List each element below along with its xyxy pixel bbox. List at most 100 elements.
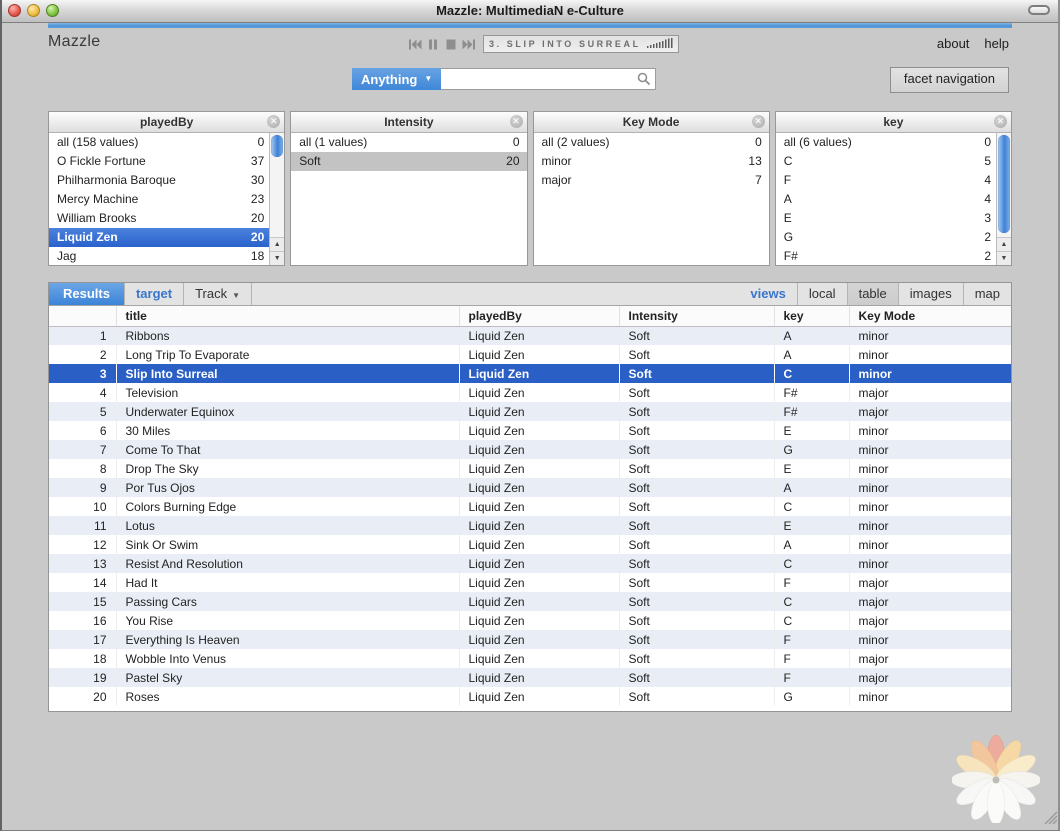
tab-track-dropdown[interactable]: Track▼ [184, 283, 252, 305]
app-window: Mazzle: MultimediaN e-Culture Mazzle 3. … [0, 0, 1060, 831]
column-header-keymode[interactable]: Key Mode [849, 306, 1011, 326]
search-icon [637, 72, 651, 91]
toolbar-toggle-button[interactable] [1028, 5, 1050, 15]
cell-played: Liquid Zen [459, 535, 619, 554]
facet-item[interactable]: major7 [534, 171, 769, 190]
search-input[interactable] [441, 68, 656, 90]
table-row[interactable]: 16You RiseLiquid ZenSoftCmajor [49, 611, 1011, 630]
facet-item[interactable]: C5 [776, 152, 1011, 171]
facet-item[interactable]: minor13 [534, 152, 769, 171]
facet-item[interactable]: William Brooks20 [49, 209, 284, 228]
about-link[interactable]: about [937, 36, 970, 51]
facet-scrollbar[interactable]: ▲ ▼ [996, 133, 1011, 265]
cell-num: 6 [49, 421, 116, 440]
table-row[interactable]: 13Resist And ResolutionLiquid ZenSoftCmi… [49, 554, 1011, 573]
table-row[interactable]: 18Wobble Into VenusLiquid ZenSoftFmajor [49, 649, 1011, 668]
tab-map[interactable]: map [964, 283, 1011, 305]
resize-grip[interactable] [1042, 809, 1057, 829]
facet-item-label: Liquid Zen [57, 228, 251, 247]
cell-mode: minor [849, 630, 1011, 649]
facet-item-count: 4 [984, 190, 991, 209]
column-header-playedby[interactable]: playedBy [459, 306, 619, 326]
facet-item[interactable]: all (2 values)0 [534, 133, 769, 152]
tab-images[interactable]: images [899, 283, 964, 305]
close-icon[interactable]: ✕ [267, 115, 280, 128]
cell-num: 14 [49, 573, 116, 592]
close-icon[interactable]: ✕ [994, 115, 1007, 128]
table-row[interactable]: 630 MilesLiquid ZenSoftEminor [49, 421, 1011, 440]
cell-mode: minor [849, 440, 1011, 459]
previous-track-button[interactable] [407, 38, 422, 51]
column-header-key[interactable]: key [774, 306, 849, 326]
facet-item[interactable]: Soft20 [291, 152, 526, 171]
facet-navigation-button[interactable]: facet navigation [890, 67, 1009, 93]
table-row[interactable]: 5Underwater EquinoxLiquid ZenSoftF#major [49, 402, 1011, 421]
help-link[interactable]: help [984, 36, 1009, 51]
scroll-down-button[interactable]: ▼ [270, 251, 284, 265]
facet-item[interactable]: E3 [776, 209, 1011, 228]
facet-item[interactable]: Philharmonia Baroque30 [49, 171, 284, 190]
cell-mode: minor [849, 535, 1011, 554]
facet-scrollbar[interactable]: ▲ ▼ [269, 133, 284, 265]
scroll-down-button[interactable]: ▼ [997, 251, 1011, 265]
table-row[interactable]: 9Por Tus OjosLiquid ZenSoftAminor [49, 478, 1011, 497]
table-row[interactable]: 17Everything Is HeavenLiquid ZenSoftFmin… [49, 630, 1011, 649]
tab-results[interactable]: Results [49, 283, 125, 305]
stop-button[interactable] [443, 38, 458, 51]
facet-item[interactable]: Mercy Machine23 [49, 190, 284, 209]
scrollbar-thumb[interactable] [271, 135, 283, 157]
facet-item-count: 13 [748, 152, 761, 171]
facet-item-label: minor [542, 152, 749, 171]
scroll-up-button[interactable]: ▲ [997, 237, 1011, 251]
cell-key: E [774, 459, 849, 478]
table-row[interactable]: 2Long Trip To EvaporateLiquid ZenSoftAmi… [49, 345, 1011, 364]
zoom-window-button[interactable] [46, 4, 59, 17]
scroll-up-button[interactable]: ▲ [270, 237, 284, 251]
tab-target[interactable]: target [125, 283, 184, 305]
progress-rule [48, 23, 1012, 28]
cell-key: A [774, 535, 849, 554]
table-row[interactable]: 20RosesLiquid ZenSoftGminor [49, 687, 1011, 706]
tab-table[interactable]: table [848, 283, 899, 305]
facet-item[interactable]: G2 [776, 228, 1011, 247]
cell-num: 15 [49, 592, 116, 611]
table-row[interactable]: 11LotusLiquid ZenSoftEminor [49, 516, 1011, 535]
table-row[interactable]: 3Slip Into SurrealLiquid ZenSoftCminor [49, 364, 1011, 383]
column-header-title[interactable]: title [116, 306, 459, 326]
scrollbar-thumb[interactable] [998, 135, 1010, 233]
column-header-intensity[interactable]: Intensity [619, 306, 774, 326]
table-row[interactable]: 12Sink Or SwimLiquid ZenSoftAminor [49, 535, 1011, 554]
facet-item[interactable]: Jag18 [49, 247, 284, 266]
tab-local[interactable]: local [798, 283, 848, 305]
facet-item[interactable]: F4 [776, 171, 1011, 190]
next-track-button[interactable] [461, 38, 476, 51]
cell-mode: minor [849, 478, 1011, 497]
facet-item[interactable]: A4 [776, 190, 1011, 209]
facet-item[interactable]: all (1 values)0 [291, 133, 526, 152]
table-row[interactable]: 1RibbonsLiquid ZenSoftAminor [49, 326, 1011, 345]
table-row[interactable]: 19Pastel SkyLiquid ZenSoftFmajor [49, 668, 1011, 687]
facet-item[interactable]: Liquid Zen20 [49, 228, 284, 247]
close-icon[interactable]: ✕ [510, 115, 523, 128]
table-row[interactable]: 8Drop The SkyLiquid ZenSoftEminor [49, 459, 1011, 478]
search-scope-dropdown[interactable]: Anything ▼ [352, 68, 441, 90]
table-row[interactable]: 15Passing CarsLiquid ZenSoftCmajor [49, 592, 1011, 611]
minimize-window-button[interactable] [27, 4, 40, 17]
table-row[interactable]: 7Come To ThatLiquid ZenSoftGminor [49, 440, 1011, 459]
close-icon[interactable]: ✕ [752, 115, 765, 128]
cell-mode: minor [849, 459, 1011, 478]
facet-item[interactable]: all (6 values)0 [776, 133, 1011, 152]
cell-num: 9 [49, 478, 116, 497]
cell-num: 4 [49, 383, 116, 402]
cell-key: C [774, 592, 849, 611]
cell-key: G [774, 687, 849, 706]
table-row[interactable]: 14Had ItLiquid ZenSoftFmajor [49, 573, 1011, 592]
facet-item[interactable]: F#2 [776, 247, 1011, 266]
pause-button[interactable] [425, 38, 440, 51]
facet-item[interactable]: all (158 values)0 [49, 133, 284, 152]
table-row[interactable]: 4TelevisionLiquid ZenSoftF#major [49, 383, 1011, 402]
close-window-button[interactable] [8, 4, 21, 17]
table-row[interactable]: 10Colors Burning EdgeLiquid ZenSoftCmino… [49, 497, 1011, 516]
facet-item[interactable]: O Fickle Fortune37 [49, 152, 284, 171]
column-header-index[interactable] [49, 306, 116, 326]
